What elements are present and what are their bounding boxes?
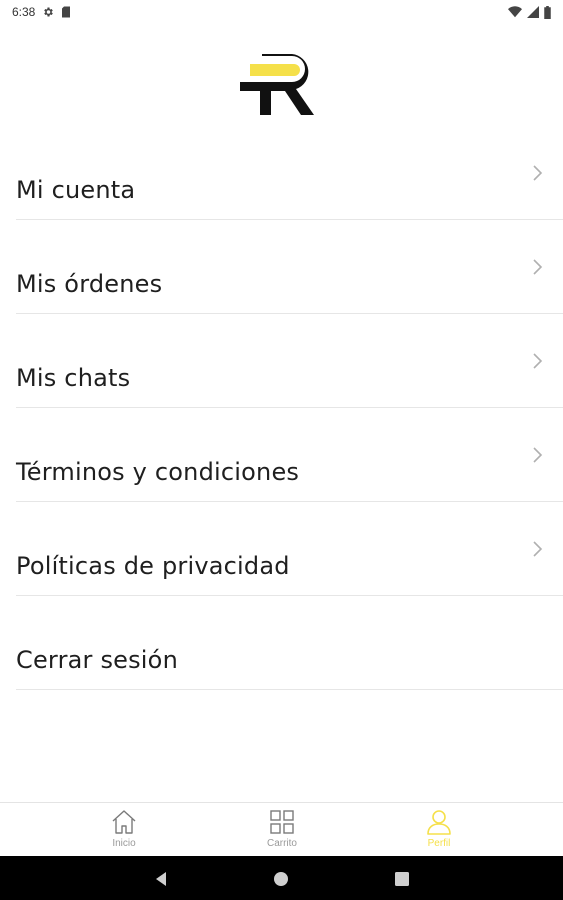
bottom-navigation: Inicio Carrito Perfil <box>0 802 563 856</box>
nav-item-carrito[interactable]: Carrito <box>242 807 322 855</box>
chevron-right-icon <box>533 259 543 275</box>
grid-icon <box>270 810 294 834</box>
system-navigation-bar <box>0 856 563 900</box>
chevron-right-icon <box>533 541 543 557</box>
menu-item-mis-ordenes[interactable]: Mis órdenes <box>16 220 563 314</box>
nav-label: Carrito <box>266 838 297 849</box>
recents-icon[interactable] <box>391 868 413 890</box>
signal-icon <box>527 6 539 18</box>
battery-icon <box>544 5 551 19</box>
menu-item-cerrar-sesion[interactable]: Cerrar sesión <box>16 596 563 690</box>
status-bar-left: 6:38 <box>12 5 71 19</box>
home-icon <box>112 810 136 834</box>
menu-item-label: Cerrar sesión <box>16 646 178 674</box>
menu-item-label: Mis órdenes <box>16 270 163 298</box>
r-brand-logo <box>240 54 314 115</box>
status-bar: 6:38 <box>0 0 563 24</box>
menu-item-label: Políticas de privacidad <box>16 552 290 580</box>
profile-menu: Mi cuenta Mis órdenes Mis chats Términos… <box>0 126 563 690</box>
gear-icon <box>44 7 54 17</box>
home-circle-icon[interactable] <box>270 868 292 890</box>
menu-item-label: Mi cuenta <box>16 176 136 204</box>
chevron-right-icon <box>533 447 543 463</box>
chevron-right-icon <box>533 165 543 181</box>
menu-item-label: Términos y condiciones <box>16 458 300 486</box>
back-icon[interactable] <box>150 868 172 890</box>
nav-item-perfil[interactable]: Perfil <box>399 807 479 855</box>
status-bar-right <box>508 5 551 19</box>
sd-card-icon <box>62 6 71 18</box>
nav-label: Inicio <box>112 838 136 849</box>
status-time: 6:38 <box>12 5 36 19</box>
wifi-icon <box>508 6 522 18</box>
menu-item-mi-cuenta[interactable]: Mi cuenta <box>16 126 563 220</box>
nav-item-inicio[interactable]: Inicio <box>84 807 164 855</box>
nav-label: Perfil <box>427 838 451 849</box>
menu-item-terminos[interactable]: Términos y condiciones <box>16 408 563 502</box>
menu-item-label: Mis chats <box>16 364 131 392</box>
menu-item-mis-chats[interactable]: Mis chats <box>16 314 563 408</box>
chevron-right-icon <box>533 353 543 369</box>
person-icon <box>427 810 451 835</box>
menu-item-politicas[interactable]: Políticas de privacidad <box>16 502 563 596</box>
